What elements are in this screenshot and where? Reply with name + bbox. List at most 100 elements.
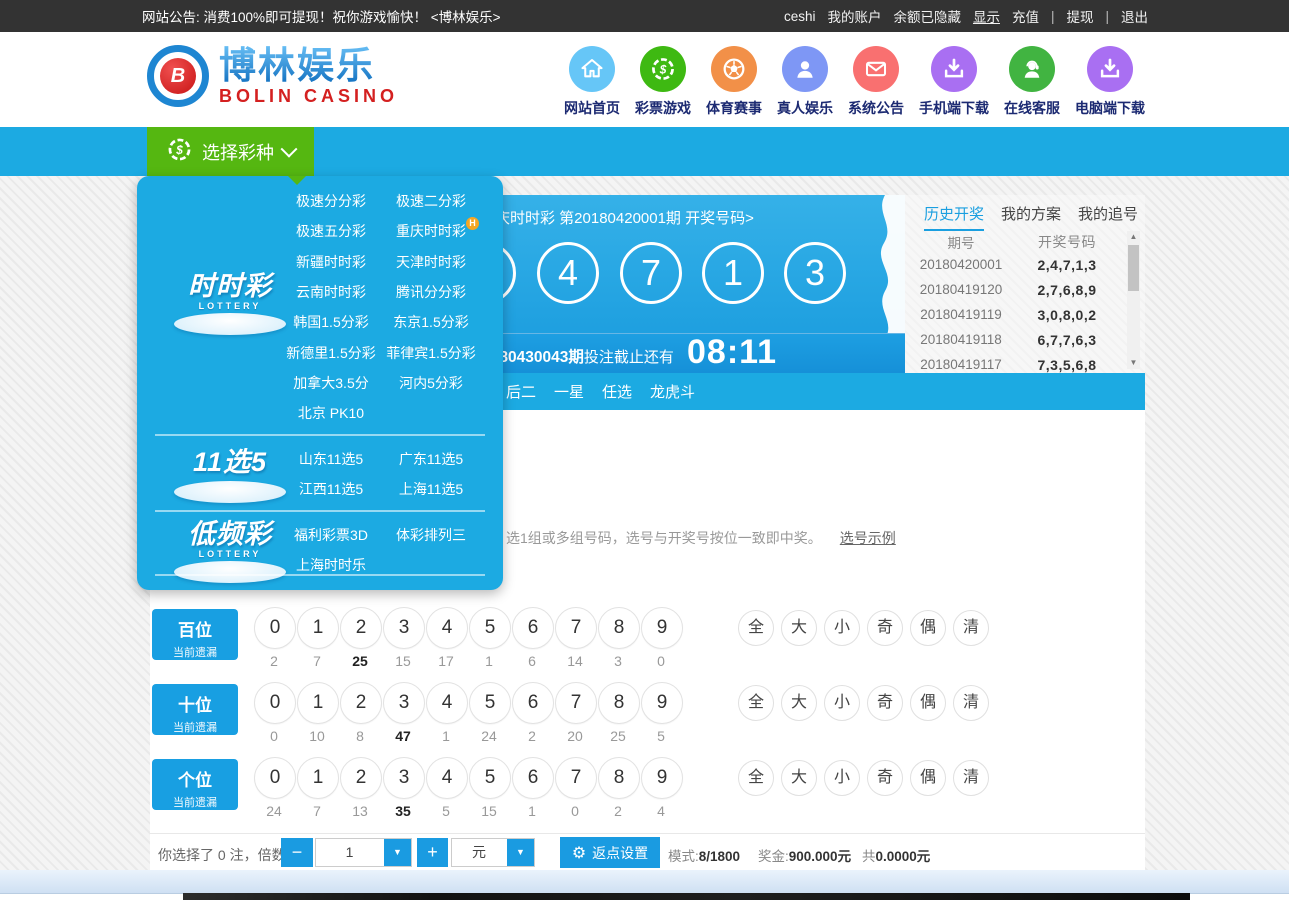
lottery-link[interactable]: 云南时时彩 <box>296 282 366 302</box>
history-tab-1[interactable]: 我的方案 <box>1001 203 1061 231</box>
multiplier-minus-button[interactable]: − <box>281 838 313 867</box>
lottery-link[interactable]: 河内5分彩 <box>399 373 463 393</box>
digit-ball[interactable]: 7 <box>555 757 597 799</box>
dropdown-arrow-icon[interactable]: ▼ <box>507 839 534 866</box>
table-row[interactable]: 201804191177,3,5,6,8 <box>905 352 1117 373</box>
nav-item-home[interactable]: 网站首页 <box>564 46 620 118</box>
lottery-link[interactable]: 广东11选5 <box>399 449 463 469</box>
nav-item-person[interactable]: 真人娱乐 <box>777 46 833 118</box>
recharge-link[interactable]: 充值 <box>1012 6 1039 26</box>
logout-link[interactable]: 退出 <box>1121 6 1148 26</box>
quick-select-button[interactable]: 全 <box>738 610 774 646</box>
digit-ball[interactable]: 9 <box>641 682 683 724</box>
lottery-link[interactable]: 东京1.5分彩 <box>393 312 468 332</box>
scrollbar-thumb[interactable] <box>1128 245 1139 291</box>
example-link[interactable]: 选号示例 <box>840 528 896 548</box>
digit-ball[interactable]: 4 <box>426 607 468 649</box>
rebate-settings-button[interactable]: ⚙ 返点设置 <box>560 837 660 868</box>
lottery-link[interactable]: 加拿大3.5分 <box>293 373 368 393</box>
lottery-link[interactable]: 上海时时乐 <box>296 555 366 575</box>
dropdown-arrow-icon[interactable]: ▼ <box>384 839 411 866</box>
digit-ball[interactable]: 2 <box>340 682 382 724</box>
digit-ball[interactable]: 5 <box>469 682 511 724</box>
lottery-link[interactable]: 山东11选5 <box>299 449 363 469</box>
position-button-0[interactable]: 百位当前遗漏 <box>152 609 238 660</box>
lottery-link[interactable]: 重庆时时彩H <box>396 221 466 241</box>
digit-ball[interactable]: 6 <box>512 757 554 799</box>
quick-select-button[interactable]: 小 <box>824 610 860 646</box>
lottery-link[interactable]: 极速五分彩 <box>296 221 366 241</box>
scrollbar[interactable]: ▲ ▼ <box>1127 231 1140 369</box>
table-row[interactable]: 201804191193,0,8,0,2 <box>905 302 1117 327</box>
quick-select-button[interactable]: 全 <box>738 685 774 721</box>
unit-select[interactable]: 元 ▼ <box>451 838 535 867</box>
nav-item-download[interactable]: 手机端下载 <box>919 46 989 118</box>
my-account-link[interactable]: 我的账户 <box>827 6 881 26</box>
quick-select-button[interactable]: 大 <box>781 685 817 721</box>
digit-ball[interactable]: 1 <box>297 607 339 649</box>
digit-ball[interactable]: 0 <box>254 682 296 724</box>
digit-ball[interactable]: 8 <box>598 757 640 799</box>
scroll-up-icon[interactable]: ▲ <box>1127 231 1140 243</box>
lottery-link[interactable]: 福利彩票3D <box>294 525 368 545</box>
lottery-link[interactable]: 天津时时彩 <box>396 252 466 272</box>
digit-ball[interactable]: 3 <box>383 607 425 649</box>
quick-select-button[interactable]: 全 <box>738 760 774 796</box>
digit-ball[interactable]: 2 <box>340 607 382 649</box>
bet-type-tab-2[interactable]: 任选 <box>602 381 632 402</box>
nav-item-download[interactable]: 电脑端下载 <box>1075 46 1145 118</box>
scroll-down-icon[interactable]: ▼ <box>1127 357 1140 369</box>
lottery-select-button[interactable]: $ 选择彩种 <box>147 127 314 176</box>
digit-ball[interactable]: 9 <box>641 757 683 799</box>
multiplier-select[interactable]: 1 ▼ <box>315 838 412 867</box>
show-balance-link[interactable]: 显示 <box>973 6 1000 26</box>
digit-ball[interactable]: 4 <box>426 757 468 799</box>
table-row[interactable]: 201804200012,4,7,1,3 <box>905 252 1117 277</box>
digit-ball[interactable]: 1 <box>297 757 339 799</box>
position-button-1[interactable]: 十位当前遗漏 <box>152 684 238 735</box>
digit-ball[interactable]: 3 <box>383 757 425 799</box>
quick-select-button[interactable]: 奇 <box>867 610 903 646</box>
quick-select-button[interactable]: 偶 <box>910 685 946 721</box>
digit-ball[interactable]: 8 <box>598 682 640 724</box>
quick-select-button[interactable]: 小 <box>824 685 860 721</box>
digit-ball[interactable]: 6 <box>512 607 554 649</box>
lottery-link[interactable]: 极速分分彩 <box>296 191 366 211</box>
quick-select-button[interactable]: 大 <box>781 610 817 646</box>
digit-ball[interactable]: 9 <box>641 607 683 649</box>
nav-item-chip[interactable]: $彩票游戏 <box>635 46 691 118</box>
history-tab-2[interactable]: 我的追号 <box>1078 203 1138 231</box>
bet-type-tab-3[interactable]: 龙虎斗 <box>650 381 695 402</box>
digit-ball[interactable]: 5 <box>469 757 511 799</box>
digit-ball[interactable]: 7 <box>555 607 597 649</box>
lottery-link[interactable]: 体彩排列三 <box>396 525 466 545</box>
bet-type-tab-0[interactable]: 后二 <box>506 381 536 402</box>
digit-ball[interactable]: 0 <box>254 757 296 799</box>
quick-select-button[interactable]: 偶 <box>910 610 946 646</box>
lottery-link[interactable]: 极速二分彩 <box>396 191 466 211</box>
digit-ball[interactable]: 1 <box>297 682 339 724</box>
table-row[interactable]: 201804191186,7,7,6,3 <box>905 327 1117 352</box>
lottery-link[interactable]: 北京 PK10 <box>298 403 364 423</box>
bet-type-tab-1[interactable]: 一星 <box>554 381 584 402</box>
nav-item-soccer[interactable]: 体育赛事 <box>706 46 762 118</box>
quick-select-button[interactable]: 偶 <box>910 760 946 796</box>
digit-ball[interactable]: 0 <box>254 607 296 649</box>
quick-select-button[interactable]: 奇 <box>867 685 903 721</box>
draw-title[interactable]: 重庆时时彩 第20180420001期 开奖号码> <box>480 207 754 228</box>
lottery-link[interactable]: 江西11选5 <box>299 479 363 499</box>
lottery-link[interactable]: 菲律宾1.5分彩 <box>386 343 475 363</box>
lottery-link[interactable]: 新德里1.5分彩 <box>286 343 375 363</box>
digit-ball[interactable]: 8 <box>598 607 640 649</box>
digit-ball[interactable]: 2 <box>340 757 382 799</box>
quick-select-button[interactable]: 奇 <box>867 760 903 796</box>
digit-ball[interactable]: 3 <box>383 682 425 724</box>
digit-ball[interactable]: 6 <box>512 682 554 724</box>
quick-select-button[interactable]: 小 <box>824 760 860 796</box>
digit-ball[interactable]: 5 <box>469 607 511 649</box>
history-tab-0[interactable]: 历史开奖 <box>924 203 984 231</box>
site-logo[interactable]: B 博林娱乐 BOLIN CASINO <box>147 45 398 107</box>
lottery-link[interactable]: 腾讯分分彩 <box>396 282 466 302</box>
quick-select-button[interactable]: 清 <box>953 610 989 646</box>
nav-item-mail[interactable]: 系统公告 <box>848 46 904 118</box>
